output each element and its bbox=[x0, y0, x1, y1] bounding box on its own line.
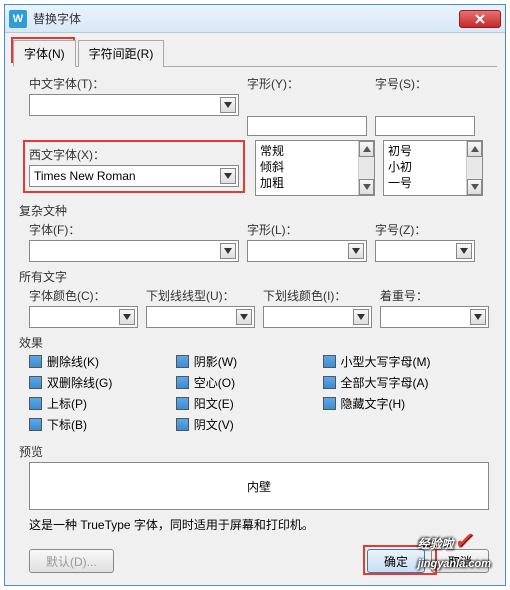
checkbox-engrave[interactable] bbox=[176, 418, 189, 431]
default-button[interactable]: 默认(D)... bbox=[29, 549, 114, 573]
dialog-window: W 替换字体 字体(N) 字符间距(R) 中文字体(T)： bbox=[4, 4, 506, 586]
label-style2: 字形(L)： bbox=[247, 221, 367, 238]
checkbox-sub[interactable] bbox=[29, 418, 42, 431]
preview-box: 内壁 bbox=[29, 462, 489, 510]
section-all-text: 所有文字 bbox=[19, 268, 489, 285]
scroll-down-icon[interactable] bbox=[467, 179, 482, 195]
label-emphasis: 着重号： bbox=[380, 287, 489, 304]
label-outline: 空心(O) bbox=[194, 374, 235, 391]
window-title: 替换字体 bbox=[33, 10, 459, 27]
preview-text: 内壁 bbox=[247, 478, 271, 495]
chevron-down-icon[interactable] bbox=[348, 243, 364, 259]
label-engrave: 阴文(V) bbox=[194, 416, 234, 433]
label-dstrike: 双删除线(G) bbox=[47, 374, 112, 391]
label-underline-type: 下划线线型(U)： bbox=[146, 287, 255, 304]
label-hidden: 隐藏文字(H) bbox=[341, 395, 406, 412]
label-font-color: 字体颜色(C)： bbox=[29, 287, 138, 304]
checkbox-outline[interactable] bbox=[176, 376, 189, 389]
label-style: 字形(Y)： bbox=[247, 75, 367, 92]
combo-underline-type[interactable] bbox=[146, 306, 255, 328]
list-item[interactable]: 小初 bbox=[388, 159, 462, 175]
scroll-down-icon[interactable] bbox=[359, 179, 374, 195]
app-icon: W bbox=[9, 10, 27, 28]
chevron-down-icon[interactable] bbox=[456, 243, 472, 259]
checkbox-strike[interactable] bbox=[29, 355, 42, 368]
combo-size2[interactable] bbox=[375, 240, 475, 262]
list-item[interactable]: 常规 bbox=[260, 143, 354, 159]
font-description: 这是一种 TrueType 字体，同时适用于屏幕和打印机。 bbox=[29, 516, 489, 533]
list-item[interactable]: 一号 bbox=[388, 175, 462, 191]
label-strike: 删除线(K) bbox=[47, 353, 99, 370]
chevron-down-icon[interactable] bbox=[236, 309, 252, 325]
checkbox-super[interactable] bbox=[29, 397, 42, 410]
listbox-size[interactable]: 初号 小初 一号 bbox=[383, 140, 483, 196]
label-smallcaps: 小型大写字母(M) bbox=[341, 353, 431, 370]
section-effects: 效果 bbox=[19, 334, 489, 351]
chevron-down-icon[interactable] bbox=[220, 97, 236, 113]
combo-underline-color[interactable] bbox=[263, 306, 372, 328]
label-size2: 字号(Z)： bbox=[375, 221, 475, 238]
label-super: 上标(P) bbox=[47, 395, 87, 412]
scroll-up-icon[interactable] bbox=[359, 141, 374, 157]
ok-button[interactable]: 确定 bbox=[367, 549, 425, 573]
checkbox-dstrike[interactable] bbox=[29, 376, 42, 389]
label-size: 字号(S)： bbox=[375, 75, 475, 92]
combo-cjk-font[interactable] bbox=[29, 94, 239, 116]
list-item[interactable]: 初号 bbox=[388, 143, 462, 159]
chevron-down-icon[interactable] bbox=[119, 309, 135, 325]
tab-font[interactable]: 字体(N) bbox=[13, 40, 76, 67]
checkbox-allcaps[interactable] bbox=[323, 376, 336, 389]
scroll-up-icon[interactable] bbox=[467, 141, 482, 157]
label-allcaps: 全部大写字母(A) bbox=[341, 374, 429, 391]
checkbox-shadow[interactable] bbox=[176, 355, 189, 368]
combo-style2[interactable] bbox=[247, 240, 367, 262]
combo-font-color[interactable] bbox=[29, 306, 138, 328]
checkbox-smallcaps[interactable] bbox=[323, 355, 336, 368]
close-button[interactable] bbox=[459, 10, 501, 28]
list-item[interactable]: 加粗 bbox=[260, 175, 354, 191]
checkbox-hidden[interactable] bbox=[323, 397, 336, 410]
label-underline-color: 下划线颜色(I)： bbox=[263, 287, 372, 304]
label-emboss: 阳文(E) bbox=[194, 395, 234, 412]
label-sub: 下标(B) bbox=[47, 416, 87, 433]
highlight-western-font: 西文字体(X)： Times New Roman bbox=[23, 140, 245, 193]
chevron-down-icon[interactable] bbox=[353, 309, 369, 325]
chevron-down-icon[interactable] bbox=[470, 309, 486, 325]
input-size[interactable] bbox=[375, 116, 475, 136]
titlebar: W 替换字体 bbox=[5, 5, 505, 33]
combo-western-font-value: Times New Roman bbox=[34, 169, 136, 183]
input-style[interactable] bbox=[247, 116, 367, 136]
chevron-down-icon[interactable] bbox=[220, 243, 236, 259]
combo-western-font[interactable]: Times New Roman bbox=[29, 165, 239, 187]
cancel-button[interactable]: 取消 bbox=[431, 549, 489, 573]
chevron-down-icon[interactable] bbox=[220, 168, 236, 184]
combo-emphasis[interactable] bbox=[380, 306, 489, 328]
label-cjk-font: 中文字体(T)： bbox=[29, 75, 239, 92]
label-western-font: 西文字体(X)： bbox=[29, 146, 239, 163]
tab-strip: 字体(N) 字符间距(R) bbox=[13, 39, 497, 67]
label-shadow: 阴影(W) bbox=[194, 353, 237, 370]
section-complex: 复杂文种 bbox=[19, 202, 489, 219]
list-item[interactable]: 倾斜 bbox=[260, 159, 354, 175]
label-font2: 字体(F)： bbox=[29, 221, 239, 238]
combo-font2[interactable] bbox=[29, 240, 239, 262]
section-preview: 预览 bbox=[19, 443, 489, 460]
checkbox-emboss[interactable] bbox=[176, 397, 189, 410]
scrollbar[interactable] bbox=[358, 141, 374, 195]
scrollbar[interactable] bbox=[466, 141, 482, 195]
tab-spacing[interactable]: 字符间距(R) bbox=[78, 40, 165, 67]
listbox-style[interactable]: 常规 倾斜 加粗 bbox=[255, 140, 375, 196]
